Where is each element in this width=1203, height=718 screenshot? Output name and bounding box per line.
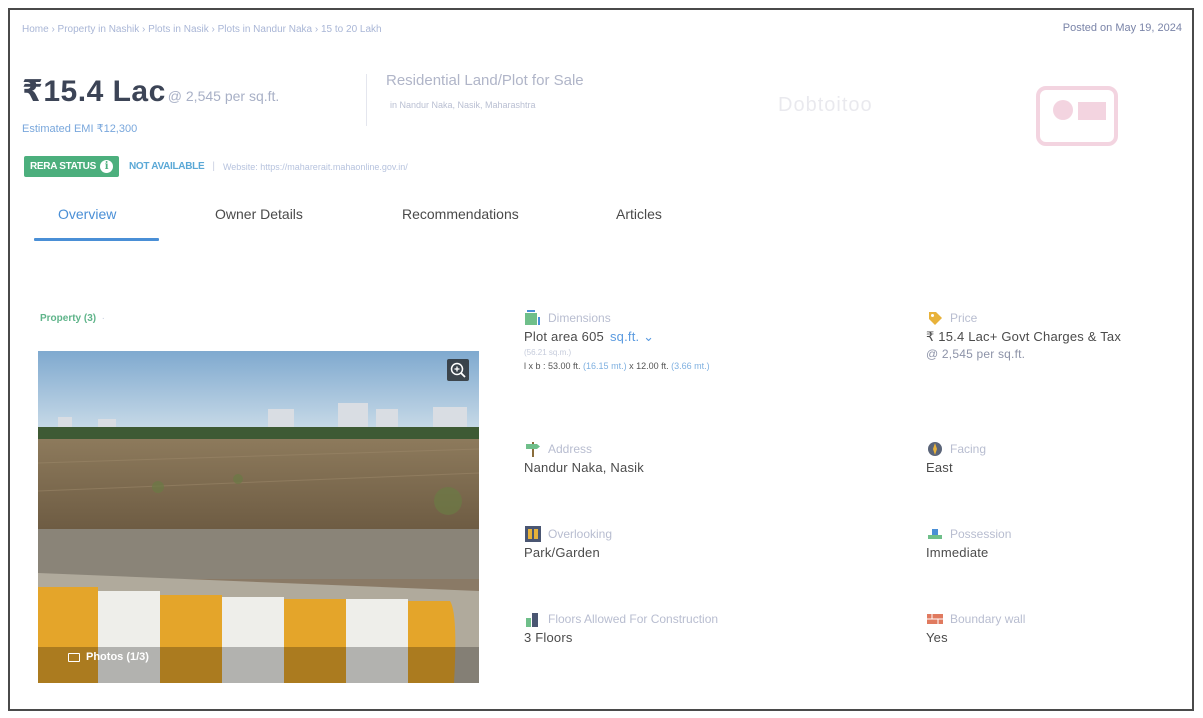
price-per-sqft: @ 2,545 per sq.ft. <box>926 347 1026 361</box>
rera-website-link[interactable]: Website: https://maharerait.mahaonline.g… <box>223 162 408 172</box>
gallery-count[interactable]: Property (3) <box>40 313 96 324</box>
detail-address: Address Nandur Naka, Nasik <box>524 440 824 475</box>
price-value: ₹ 15.4 Lac+ Govt Charges & Tax <box>926 329 1122 344</box>
tab-owner-details[interactable]: Owner Details <box>215 206 303 222</box>
photos-count[interactable]: Photos (1/3) <box>68 651 149 663</box>
address-value: Nandur Naka, Nasik <box>524 460 644 475</box>
compass-icon <box>926 440 944 458</box>
property-location: in Nandur Naka, Nasik, Maharashtra <box>390 100 536 110</box>
gallery-label: Property (3) · <box>40 313 106 324</box>
tab-overview[interactable]: Overview <box>58 206 116 222</box>
overlooking-label: Overlooking <box>548 527 613 541</box>
rera-badge-label: RERA STATUS <box>30 161 96 172</box>
property-title: Residential Land/Plot for Sale <box>386 72 584 89</box>
detail-facing: Facing East <box>926 440 1186 475</box>
rera-separator: | <box>212 161 215 172</box>
address-label: Address <box>548 442 593 456</box>
plot-area-value: Plot area 605 <box>524 329 604 344</box>
facing-value: East <box>926 460 953 475</box>
overlooking-value: Park/Garden <box>524 545 600 560</box>
photos-label: Photos (1/3) <box>86 651 149 663</box>
detail-floors: Floors Allowed For Construction 3 Floors <box>524 610 864 645</box>
dims-prefix: l x b : 53.00 ft. <box>524 361 581 371</box>
active-tab-indicator <box>34 238 159 241</box>
property-photo[interactable]: Photos (1/3) <box>38 351 479 683</box>
dimensions-label: Dimensions <box>548 311 611 325</box>
area-unit-dropdown[interactable]: sq.ft. ⌄ <box>610 329 654 344</box>
brick-wall-icon <box>926 610 944 628</box>
plot-image <box>38 351 479 683</box>
area-icon <box>524 309 542 327</box>
tab-bar: Overview Owner Details Recommendations A… <box>28 200 728 242</box>
floors-label: Floors Allowed For Construction <box>548 612 719 626</box>
emi-link[interactable]: Estimated EMI ₹12,300 <box>22 122 137 135</box>
detail-boundary-wall: Boundary wall Yes <box>926 610 1186 645</box>
price-tag-icon <box>926 309 944 327</box>
tab-recommendations[interactable]: Recommendations <box>402 206 519 222</box>
posted-date: Posted on May 19, 2024 <box>1062 22 1182 34</box>
possession-value: Immediate <box>926 545 989 560</box>
zoom-in-icon[interactable] <box>447 359 469 381</box>
plot-area-sqm: (56.21 sq.m.) <box>524 348 572 357</box>
listing-panel: Dobtoitoo Home › Property in Nashik › Pl… <box>8 8 1194 711</box>
detail-price: Price ₹ 15.4 Lac+ Govt Charges & Tax @ 2… <box>926 309 1186 361</box>
boundary-wall-value: Yes <box>926 630 948 645</box>
floors-value: 3 Floors <box>524 630 573 645</box>
key-handover-icon <box>926 525 944 543</box>
info-icon[interactable]: i <box>99 160 113 173</box>
building-floors-icon <box>524 610 542 628</box>
dims-length-m: (16.15 mt.) <box>583 361 627 371</box>
detail-dimensions: Dimensions Plot area 605 sq.ft. ⌄ (56.21 … <box>524 309 864 371</box>
boundary-wall-label: Boundary wall <box>950 612 1026 626</box>
rera-status-badge: RERA STATUS i <box>24 156 119 177</box>
dims-breadth-m: (3.66 mt.) <box>671 361 710 371</box>
watermark-text: Dobtoitoo <box>778 94 873 116</box>
signpost-icon <box>524 440 542 458</box>
price-label: Price <box>950 311 978 325</box>
dims-mid: x 12.00 ft. <box>629 361 669 371</box>
rera-row: RERA STATUS i NOT AVAILABLE | Website: h… <box>24 156 408 177</box>
chevron-down-icon: ⌄ <box>643 329 655 344</box>
facing-label: Facing <box>950 442 987 456</box>
watermark-logo <box>1036 86 1118 146</box>
rera-status-value: NOT AVAILABLE <box>128 161 205 172</box>
possession-label: Possession <box>950 527 1012 541</box>
window-icon <box>524 525 542 543</box>
area-unit-label: sq.ft. <box>609 329 640 344</box>
image-icon <box>68 652 80 662</box>
tab-articles[interactable]: Articles <box>616 206 662 222</box>
breadcrumb[interactable]: Home › Property in Nashik › Plots in Nas… <box>22 24 382 35</box>
price-block: ₹15.4 Lac @ 2,545 per sq.ft. <box>22 74 279 109</box>
price-amount: ₹15.4 Lac <box>22 75 166 108</box>
detail-overlooking: Overlooking Park/Garden <box>524 525 824 560</box>
plot-dimensions: l x b : 53.00 ft. (16.15 mt.) x 12.00 ft… <box>524 361 864 371</box>
price-rate: @ 2,545 per sq.ft. <box>167 88 280 104</box>
divider <box>366 74 367 126</box>
detail-possession: Possession Immediate <box>926 525 1186 560</box>
